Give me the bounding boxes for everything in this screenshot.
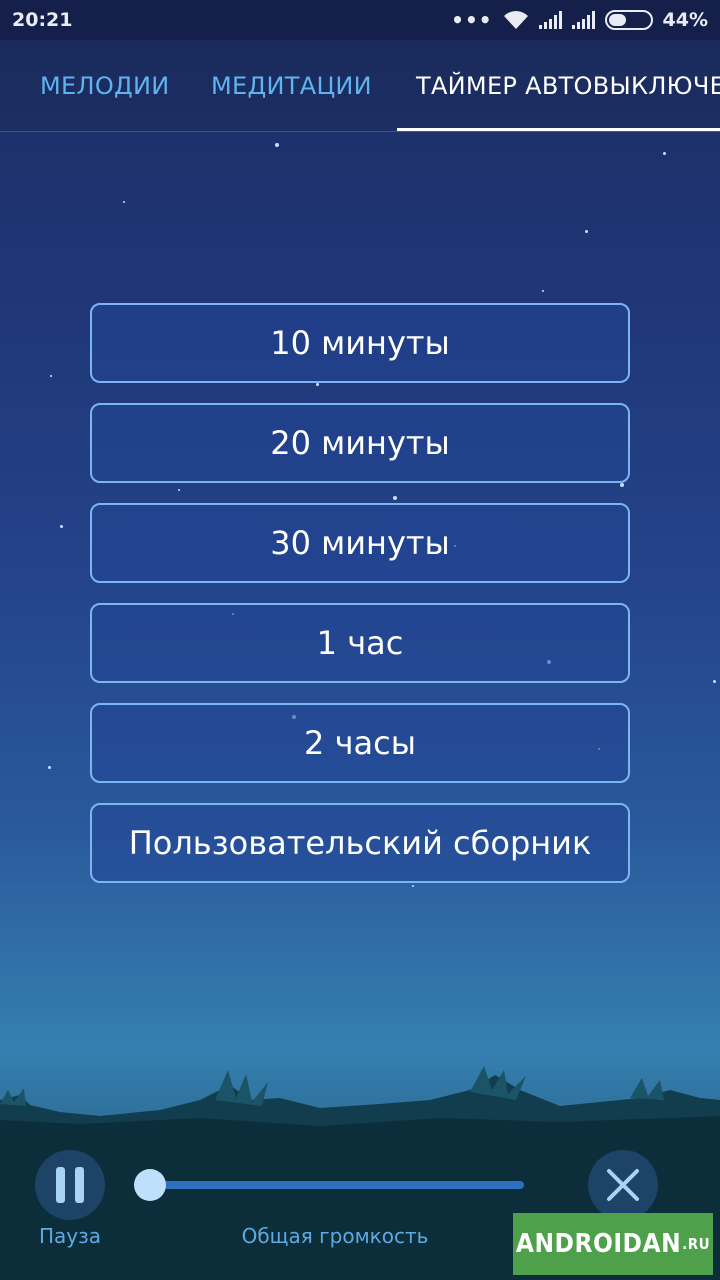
- watermark-main: ANDROIDAN: [515, 1229, 682, 1259]
- pause-label: Пауза: [38, 1224, 102, 1248]
- pause-icon: [56, 1167, 65, 1203]
- tab-meditations[interactable]: МЕДИТАЦИИ: [211, 40, 372, 131]
- close-icon: [607, 1169, 639, 1201]
- volume-slider-track[interactable]: [150, 1181, 524, 1189]
- volume-slider-knob[interactable]: [134, 1169, 166, 1201]
- tab-sleep-timer-label: ТАЙМЕР АВТОВЫКЛЮЧЕНИЯ: [416, 72, 720, 100]
- close-button[interactable]: [588, 1150, 658, 1220]
- tab-bar: МЕЛОДИИ МЕДИТАЦИИ ТАЙМЕР АВТОВЫКЛЮЧЕНИЯ: [0, 40, 720, 132]
- status-icons: ••• 44%: [451, 8, 708, 32]
- wifi-icon: [503, 11, 528, 29]
- timer-option-custom[interactable]: Пользовательский сборник: [90, 803, 630, 883]
- timer-option-20min[interactable]: 20 минуты: [90, 403, 630, 483]
- signal-icon: [571, 11, 595, 29]
- timer-options: 10 минуты 20 минуты 30 минуты 1 час 2 ча…: [90, 303, 630, 903]
- timer-option-10min[interactable]: 10 минуты: [90, 303, 630, 383]
- watermark-logo: ANDROIDAN .RU: [513, 1213, 713, 1275]
- tab-sleep-timer[interactable]: ТАЙМЕР АВТОВЫКЛЮЧЕНИЯ: [397, 40, 720, 131]
- status-bar: 20:21 ••• 44%: [0, 0, 720, 40]
- tab-melodies[interactable]: МЕЛОДИИ: [40, 40, 170, 131]
- watermark-suffix: .RU: [682, 1235, 711, 1253]
- battery-icon: [604, 10, 653, 30]
- timer-option-30min[interactable]: 30 минуты: [90, 503, 630, 583]
- pause-button[interactable]: [35, 1150, 105, 1220]
- signal-icon: [538, 11, 562, 29]
- more-dots-icon: •••: [451, 8, 493, 32]
- status-time: 20:21: [12, 9, 73, 31]
- volume-label: Общая громкость: [241, 1224, 429, 1248]
- battery-percent: 44%: [662, 9, 708, 31]
- timer-option-2h[interactable]: 2 часы: [90, 703, 630, 783]
- timer-option-1h[interactable]: 1 час: [90, 603, 630, 683]
